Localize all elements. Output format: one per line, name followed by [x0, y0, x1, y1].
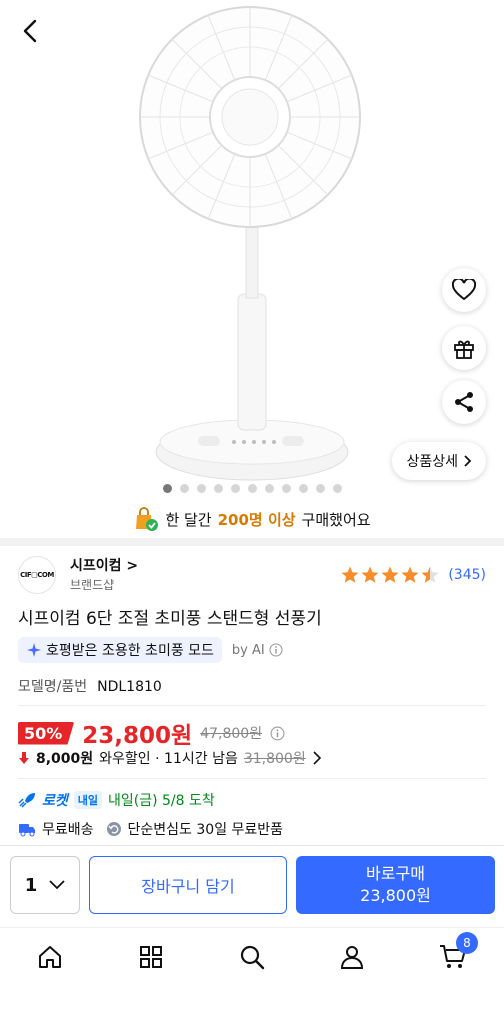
- banner-suffix: 구매했어요: [301, 510, 371, 529]
- carousel-dot[interactable]: [247, 484, 257, 493]
- sparkle-icon: [27, 643, 41, 657]
- buy-now-price: 23,800원: [360, 886, 431, 905]
- carousel-dot[interactable]: [298, 484, 308, 493]
- model-row: 모델명/품번 NDL1810: [18, 676, 162, 696]
- chevron-right-icon: [313, 751, 321, 765]
- search-icon[interactable]: [237, 942, 267, 972]
- info-icon[interactable]: [270, 726, 285, 741]
- seller-name[interactable]: 시프이컴 >: [70, 555, 138, 575]
- wow-discount-row[interactable]: 8,000원 와우할인 · 11시간 남음 31,800원: [18, 748, 322, 768]
- wow-strike-price: 31,800원: [243, 751, 306, 767]
- carousel-dot[interactable]: [196, 484, 206, 493]
- star-icon: [341, 566, 359, 583]
- cart-count-badge: 8: [456, 932, 478, 954]
- product-image-carousel[interactable]: 상품상세 한 달간 200명 이상 구매했어요: [0, 0, 504, 531]
- original-price: 47,800원: [200, 726, 263, 742]
- wishlist-heart-icon[interactable]: [442, 268, 486, 312]
- star-icon: [381, 566, 399, 583]
- model-value: NDL1810: [97, 679, 162, 695]
- star-icon: [421, 566, 439, 583]
- my-page-icon[interactable]: [337, 942, 367, 972]
- carousel-dot[interactable]: [315, 484, 325, 493]
- carousel-dot[interactable]: [179, 484, 189, 493]
- seller-logo[interactable]: CIF▢COM: [18, 556, 56, 594]
- add-to-cart-button[interactable]: 장바구니 담기: [89, 856, 287, 914]
- ai-by-label: by AI: [231, 642, 265, 658]
- truck-icon: [19, 824, 35, 837]
- model-label: 모델명/품번: [18, 679, 88, 695]
- home-icon[interactable]: [35, 942, 65, 972]
- carousel-dot[interactable]: [281, 484, 291, 493]
- return-policy: 단순변심도 30일 무료반품: [127, 822, 284, 838]
- bottom-nav: 8: [0, 927, 504, 1024]
- ai-summary-row: 호평받은 조용한 초미풍 모드 by AI: [18, 637, 283, 663]
- divider-line: [18, 778, 486, 779]
- banner-count: 200명 이상: [217, 510, 296, 529]
- back-icon[interactable]: [14, 14, 48, 48]
- carousel-dot[interactable]: [264, 484, 274, 493]
- star-icon: [361, 566, 379, 583]
- carousel-dot[interactable]: [230, 484, 240, 493]
- section-divider: [0, 538, 504, 546]
- buy-now-label: 바로구매: [366, 864, 425, 884]
- purchase-count-banner: 한 달간 200명 이상 구매했어요: [0, 506, 504, 532]
- share-icon[interactable]: [442, 380, 486, 424]
- sale-price: 23,800원: [82, 723, 193, 749]
- carousel-dot[interactable]: [332, 484, 342, 493]
- free-shipping: 무료배송: [42, 822, 94, 838]
- ai-by[interactable]: by AI: [232, 643, 283, 658]
- product-detail-label: 상품상세: [406, 454, 458, 470]
- shipping-row: 무료배송 단순변심도 30일 무료반품: [18, 819, 283, 839]
- rating-stars: [341, 566, 439, 583]
- product-detail-button[interactable]: 상품상세: [392, 442, 486, 480]
- rocket-delivery-row: 로켓 내일 내일(금) 5/8 도착: [18, 790, 215, 810]
- rocket-icon: [18, 793, 35, 808]
- divider-line: [18, 705, 486, 706]
- product-page: 상품상세 한 달간 200명 이상 구매했어요 CIF▢COM 시프이컴 > 브…: [0, 0, 504, 1024]
- product-image: [139, 6, 361, 481]
- carousel-indicator: [0, 484, 504, 493]
- seller-type: 브랜드샵: [70, 578, 115, 592]
- arrival-date: 내일(금) 5/8 도착: [108, 793, 215, 809]
- down-arrow-icon: [19, 752, 29, 764]
- cart-icon[interactable]: 8: [438, 932, 478, 972]
- rocket-label: 로켓: [42, 793, 68, 809]
- quantity-value: 1: [24, 874, 38, 896]
- purchase-bar: 1 장바구니 담기 바로구매 23,800원: [0, 845, 504, 927]
- shopping-bag-check-icon: [136, 507, 159, 531]
- info-icon: [269, 643, 283, 657]
- product-title: 시프이컴 6단 조절 초미풍 스탠드형 선풍기: [18, 609, 322, 629]
- quantity-select[interactable]: 1: [10, 856, 80, 914]
- review-count[interactable]: (345): [448, 567, 486, 583]
- banner-prefix: 한 달간: [165, 510, 212, 529]
- carousel-dot[interactable]: [213, 484, 223, 493]
- rating[interactable]: (345): [340, 566, 486, 584]
- price-row: 50% 23,800원 47,800원: [18, 716, 285, 750]
- seller-row[interactable]: CIF▢COM 시프이컴 > 브랜드샵 (345): [18, 552, 486, 596]
- ai-tag[interactable]: 호평받은 조용한 초미풍 모드: [18, 637, 222, 663]
- category-grid-icon[interactable]: [136, 942, 166, 972]
- chevron-down-icon: [49, 880, 65, 890]
- wow-amount: 8,000원: [36, 751, 94, 767]
- buy-now-button[interactable]: 바로구매 23,800원: [296, 856, 495, 914]
- chevron-right-icon: [464, 455, 472, 467]
- gift-icon[interactable]: [442, 326, 486, 370]
- ai-tag-label: 호평받은 조용한 초미풍 모드: [46, 643, 214, 659]
- carousel-dot[interactable]: [162, 484, 172, 493]
- star-icon: [401, 566, 419, 583]
- wow-label: 와우할인 · 11시간 남음: [99, 751, 238, 767]
- return-icon: [106, 822, 121, 836]
- discount-badge: 50%: [18, 721, 75, 745]
- rocket-badge: 내일: [73, 791, 103, 809]
